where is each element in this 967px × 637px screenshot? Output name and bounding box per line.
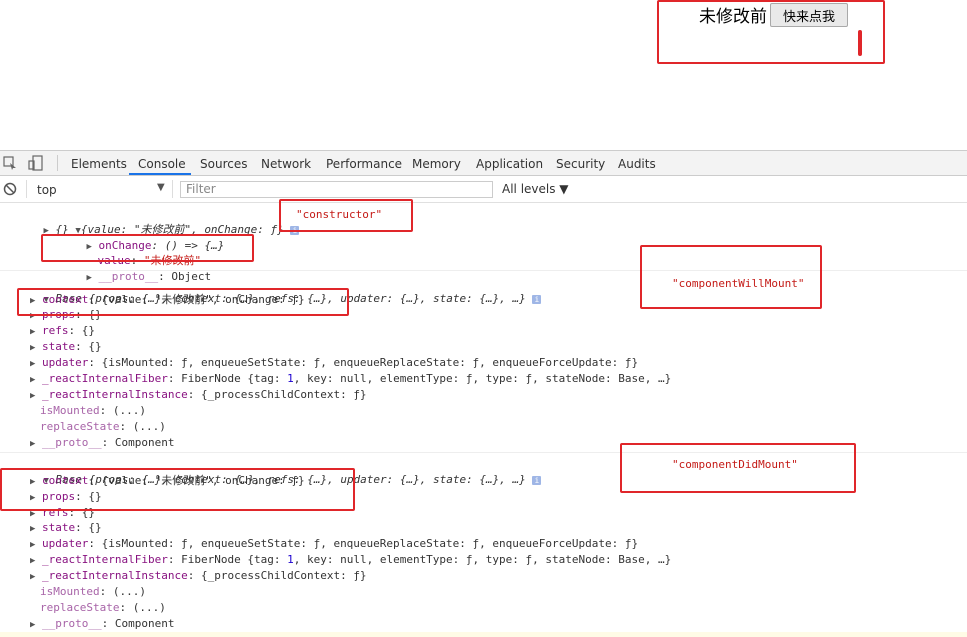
prop-value: , key: null, elementType: ƒ, type: ƒ, st…: [293, 372, 672, 385]
prop-number: 1: [287, 372, 294, 385]
prop-value: : {isMounted: ƒ, enqueueSetState: ƒ, enq…: [88, 537, 639, 550]
log2-refs-row[interactable]: ▶ refs: {}: [30, 323, 95, 338]
log2-ismounted-row[interactable]: isMounted: (...): [40, 403, 146, 418]
log3-proto-row[interactable]: ▶ __proto__: Component: [30, 616, 175, 631]
expand-triangle-icon[interactable]: ▶: [30, 524, 35, 534]
log3-instance-row[interactable]: ▶ _reactInternalInstance: {_processChild…: [30, 568, 367, 583]
prop-key: replaceState: [40, 420, 120, 433]
info-icon: i: [532, 475, 542, 485]
annotation-mark: [858, 30, 862, 56]
tab-sources[interactable]: Sources: [200, 157, 247, 171]
toolbar-divider: [57, 155, 58, 171]
expand-triangle-icon[interactable]: ▶: [30, 620, 35, 630]
log3-replacestate-row[interactable]: replaceState: (...): [40, 600, 166, 615]
expand-triangle-icon[interactable]: ▶: [30, 391, 35, 401]
log3-fiber-row[interactable]: ▶ _reactInternalFiber: FiberNode {tag: 1…: [30, 552, 671, 567]
prop-value: : {_processChildContext: ƒ}: [187, 388, 367, 401]
expand-triangle-icon[interactable]: ▶: [30, 540, 35, 550]
log3-updater-row[interactable]: ▶ updater: {isMounted: ƒ, enqueueSetStat…: [30, 536, 638, 551]
inspect-icon[interactable]: [3, 156, 17, 173]
annotation-box-page: [657, 0, 885, 64]
prop-key: isMounted: [40, 585, 100, 598]
prop-value: : Component: [101, 617, 175, 630]
prop-key: _reactInternalInstance: [42, 569, 188, 582]
prop-key: replaceState: [40, 601, 120, 614]
info-icon: i: [532, 294, 542, 304]
log1-summary-row[interactable]: ▶ {} ▼{value: "未修改前", onChange: ƒ} i: [17, 207, 300, 236]
prop-value: : {}: [68, 324, 96, 337]
console-prompt-area[interactable]: [0, 632, 967, 637]
prop-value: : (...): [119, 420, 166, 433]
tab-security[interactable]: Security: [556, 157, 605, 171]
expand-triangle-icon[interactable]: ▶: [30, 375, 35, 385]
expand-triangle-icon[interactable]: ▶: [30, 439, 35, 449]
context-select[interactable]: top: [37, 183, 57, 197]
annotation-box-componentwillmount: [640, 245, 822, 309]
prop-key: __proto__: [42, 436, 102, 449]
log2-fiber-row[interactable]: ▶ _reactInternalFiber: FiberNode {tag: 1…: [30, 371, 671, 386]
clear-console-icon[interactable]: [3, 182, 17, 199]
tab-application[interactable]: Application: [476, 157, 543, 171]
prop-value: : {isMounted: ƒ, enqueueSetState: ƒ, enq…: [88, 356, 639, 369]
annotation-box-constructor: [279, 199, 413, 232]
prop-number: 1: [287, 553, 294, 566]
prop-key: refs: [42, 324, 69, 337]
prop-value: : {_processChildContext: ƒ}: [187, 569, 367, 582]
expand-triangle-icon[interactable]: ▶: [30, 572, 35, 582]
device-toggle-icon[interactable]: [28, 155, 44, 174]
page-viewport: 未修改前 快来点我: [0, 0, 967, 150]
log3-ismounted-row[interactable]: isMounted: (...): [40, 584, 146, 599]
prop-key: state: [42, 340, 76, 353]
annotation-box-context-1: [17, 288, 349, 316]
prop-value: , key: null, elementType: ƒ, type: ƒ, st…: [293, 553, 672, 566]
prop-value: : (...): [119, 601, 166, 614]
log2-updater-row[interactable]: ▶ updater: {isMounted: ƒ, enqueueSetStat…: [30, 355, 638, 370]
dropdown-arrow-icon[interactable]: ▼: [157, 182, 165, 193]
prop-key: updater: [42, 356, 89, 369]
devtools-tabbar: Elements Console Sources Network Perform…: [0, 150, 967, 176]
toolbar-divider: [172, 180, 173, 198]
prop-key: _reactInternalFiber: [42, 553, 168, 566]
log2-state-row[interactable]: ▶ state: {}: [30, 339, 102, 354]
annotation-box-componentdidmount: [620, 443, 856, 493]
expand-triangle-icon[interactable]: ▶: [30, 327, 35, 337]
log2-replacestate-row[interactable]: replaceState: (...): [40, 419, 166, 434]
tab-console[interactable]: Console: [138, 157, 186, 171]
expand-triangle-icon[interactable]: ▶: [30, 343, 35, 353]
expand-triangle-icon[interactable]: ▶: [30, 359, 35, 369]
prop-value: : {}: [75, 521, 102, 534]
prop-value: : FiberNode {tag:: [167, 553, 288, 566]
prop-key: updater: [42, 537, 89, 550]
prop-key: state: [42, 521, 76, 534]
prop-value: : FiberNode {tag:: [167, 372, 288, 385]
console-toolbar: top ▼ Filter All levels ▼: [0, 176, 967, 203]
filter-input[interactable]: Filter: [180, 181, 493, 198]
tab-network[interactable]: Network: [261, 157, 311, 171]
expand-triangle-icon[interactable]: ▶: [30, 556, 35, 566]
prop-value: : (...): [99, 404, 146, 417]
log-levels-select[interactable]: All levels ▼: [502, 182, 569, 196]
prop-value: : (...): [99, 585, 146, 598]
prop-key: __proto__: [42, 617, 102, 630]
prop-key: isMounted: [40, 404, 100, 417]
log2-proto-row[interactable]: ▶ __proto__: Component: [30, 435, 175, 450]
log2-instance-row[interactable]: ▶ _reactInternalInstance: {_processChild…: [30, 387, 367, 402]
active-tab-indicator: [129, 173, 191, 175]
annotation-box-context-2: [0, 468, 355, 511]
toolbar-divider: [26, 180, 27, 198]
prop-value: : Component: [101, 436, 175, 449]
prop-key: _reactInternalFiber: [42, 372, 168, 385]
prop-value: : {}: [75, 340, 102, 353]
tab-elements[interactable]: Elements: [71, 157, 127, 171]
annotation-box-value: [41, 234, 254, 262]
prop-key: _reactInternalInstance: [42, 388, 188, 401]
tab-audits[interactable]: Audits: [618, 157, 656, 171]
tab-performance[interactable]: Performance: [326, 157, 402, 171]
tab-memory[interactable]: Memory: [412, 157, 461, 171]
log3-state-row[interactable]: ▶ state: {}: [30, 520, 102, 535]
